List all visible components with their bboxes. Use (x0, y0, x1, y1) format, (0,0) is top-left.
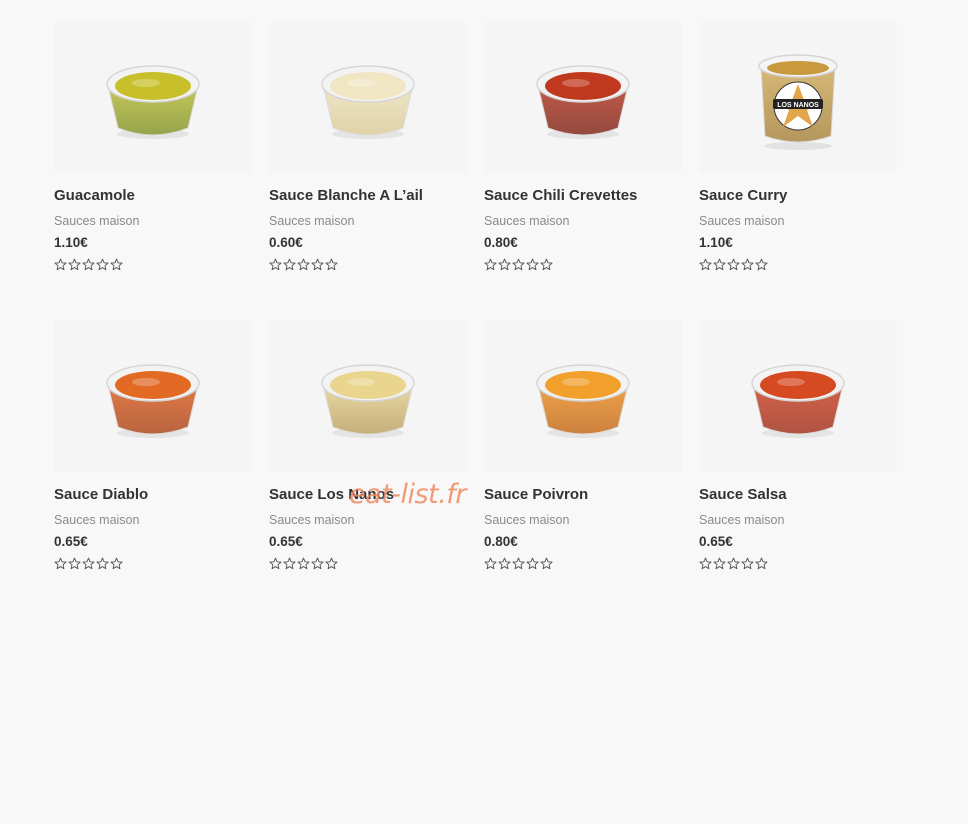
product-image[interactable] (54, 22, 252, 172)
sauce-cup-icon (321, 364, 415, 438)
product-card: Sauce Poivron Sauces maison 0.80€ (484, 321, 682, 620)
sauce-cup-icon: LOS NANOS (758, 54, 838, 150)
product-title[interactable]: Sauce Blanche A L’ail (269, 187, 467, 205)
product-title[interactable]: Sauce Curry (699, 187, 897, 205)
product-price: 0.65€ (269, 534, 303, 549)
product-image[interactable] (269, 321, 467, 471)
product-category[interactable]: Sauces maison (269, 512, 467, 528)
watermark: eat-list.fr (349, 479, 466, 510)
star-icon (110, 557, 123, 570)
product-price: 1.10€ (54, 235, 88, 250)
star-icon (727, 557, 740, 570)
product-category[interactable]: Sauces maison (269, 213, 467, 229)
star-icon (96, 258, 109, 271)
star-icon (283, 258, 296, 271)
star-icon (297, 258, 310, 271)
rating-stars (699, 557, 897, 571)
star-icon (68, 258, 81, 271)
star-icon (283, 557, 296, 570)
rating-stars (484, 258, 682, 272)
product-category[interactable]: Sauces maison (699, 512, 897, 528)
star-icon (484, 557, 497, 570)
rating-stars (699, 258, 897, 272)
star-icon (498, 258, 511, 271)
product-title[interactable]: Sauce Salsa (699, 486, 897, 504)
rating-stars (269, 557, 467, 571)
sauce-cup-icon (106, 364, 200, 438)
star-icon (741, 557, 754, 570)
star-icon (269, 557, 282, 570)
star-icon (713, 557, 726, 570)
star-icon (484, 258, 497, 271)
star-icon (269, 258, 282, 271)
star-icon (540, 557, 553, 570)
star-icon (54, 557, 67, 570)
product-card: Guacamole Sauces maison 1.10€ (54, 22, 252, 321)
product-image[interactable] (54, 321, 252, 471)
star-icon (311, 557, 324, 570)
product-price: 0.80€ (484, 534, 518, 549)
product-image[interactable] (484, 321, 682, 471)
sauce-cup-icon (536, 364, 630, 438)
product-image[interactable] (699, 321, 897, 471)
sauce-cup-icon (536, 65, 630, 139)
product-category[interactable]: Sauces maison (54, 213, 252, 229)
product-image[interactable] (269, 22, 467, 172)
product-image[interactable]: LOS NANOS (699, 22, 897, 172)
star-icon (54, 258, 67, 271)
star-icon (82, 557, 95, 570)
rating-stars (484, 557, 682, 571)
star-icon (512, 258, 525, 271)
star-icon (526, 258, 539, 271)
product-image[interactable] (484, 22, 682, 172)
product-title[interactable]: Guacamole (54, 187, 252, 205)
sauce-cup-icon (106, 65, 200, 139)
product-category[interactable]: Sauces maison (484, 512, 682, 528)
product-card: Sauce Los Nanos Sauces maison 0.65€ (269, 321, 467, 620)
star-icon (727, 258, 740, 271)
star-icon (68, 557, 81, 570)
product-price: 0.80€ (484, 235, 518, 250)
svg-text:LOS NANOS: LOS NANOS (777, 102, 819, 109)
star-icon (699, 557, 712, 570)
star-icon (82, 258, 95, 271)
sauce-cup-icon (751, 364, 845, 438)
product-card: LOS NANOS Sauce Curry Sauces maison 1.10… (699, 22, 897, 321)
star-icon (325, 258, 338, 271)
product-category[interactable]: Sauces maison (54, 512, 252, 528)
star-icon (526, 557, 539, 570)
star-icon (498, 557, 511, 570)
star-icon (297, 557, 310, 570)
star-icon (699, 258, 712, 271)
product-title[interactable]: Sauce Diablo (54, 486, 252, 504)
product-card: Sauce Diablo Sauces maison 0.65€ (54, 321, 252, 620)
star-icon (713, 258, 726, 271)
star-icon (755, 258, 768, 271)
star-icon (512, 557, 525, 570)
star-icon (741, 258, 754, 271)
star-icon (96, 557, 109, 570)
product-title[interactable]: Sauce Chili Crevettes (484, 187, 682, 205)
star-icon (540, 258, 553, 271)
rating-stars (54, 258, 252, 272)
product-category[interactable]: Sauces maison (484, 213, 682, 229)
product-price: 0.65€ (699, 534, 733, 549)
rating-stars (54, 557, 252, 571)
star-icon (755, 557, 768, 570)
product-card: Sauce Blanche A L’ail Sauces maison 0.60… (269, 22, 467, 321)
sauce-cup-icon (321, 65, 415, 139)
star-icon (325, 557, 338, 570)
product-card: Sauce Salsa Sauces maison 0.65€ (699, 321, 897, 620)
product-title[interactable]: Sauce Poivron (484, 486, 682, 504)
product-price: 0.65€ (54, 534, 88, 549)
product-price: 0.60€ (269, 235, 303, 250)
rating-stars (269, 258, 467, 272)
star-icon (110, 258, 123, 271)
star-icon (311, 258, 324, 271)
product-grid: Guacamole Sauces maison 1.10€ Sauce Blan… (54, 22, 897, 620)
product-category[interactable]: Sauces maison (699, 213, 897, 229)
product-card: Sauce Chili Crevettes Sauces maison 0.80… (484, 22, 682, 321)
product-price: 1.10€ (699, 235, 733, 250)
